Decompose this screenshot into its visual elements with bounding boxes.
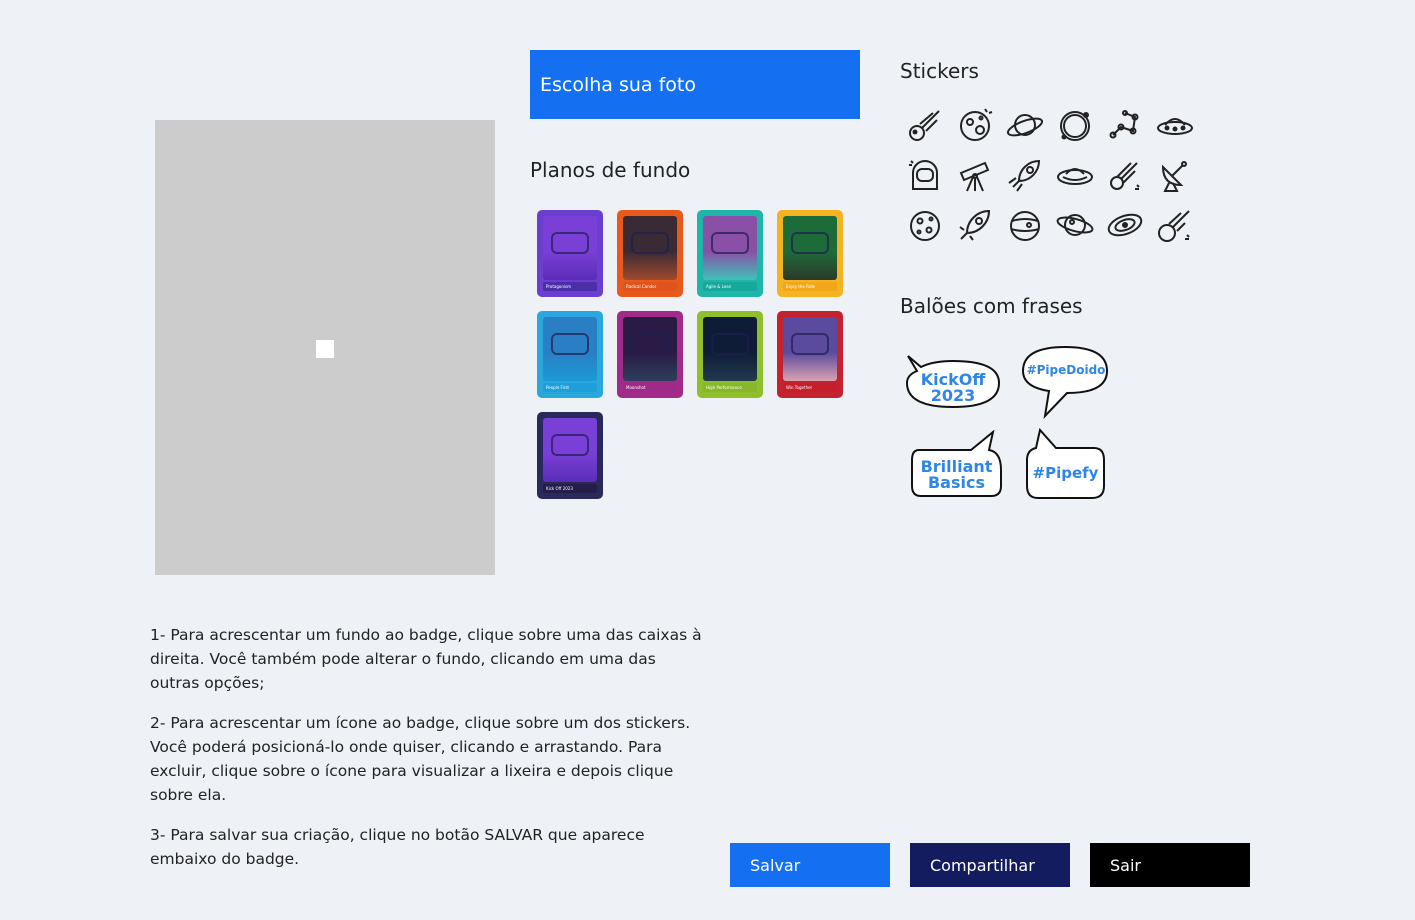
instruction-step-1: 1- Para acrescentar um fundo ao badge, c… <box>150 626 702 692</box>
stickers-title: Stickers <box>900 59 979 83</box>
background-label: Radical Candor <box>623 282 677 291</box>
balloon-brilliant-basics[interactable]: Brilliant Basics <box>909 430 1004 500</box>
instruction-step-2: 2- Para acrescentar um ícone ao badge, c… <box>150 714 691 804</box>
planet-craters-icon[interactable] <box>953 103 997 147</box>
background-window <box>711 232 749 254</box>
moon-icon[interactable] <box>903 203 947 247</box>
galaxy-icon[interactable] <box>1103 203 1147 247</box>
background-option[interactable]: Agile & Lean <box>697 210 763 297</box>
background-window <box>711 333 749 355</box>
balloons-title: Balões com frases <box>900 294 1083 318</box>
background-label: Moonshot <box>623 383 677 392</box>
background-window <box>551 333 589 355</box>
planet-orbit-icon[interactable] <box>1053 203 1097 247</box>
background-window <box>551 434 589 456</box>
satellite-dish-icon[interactable] <box>1153 153 1197 197</box>
shooting-star-icon[interactable] <box>1103 153 1147 197</box>
comet-icon[interactable] <box>903 103 947 147</box>
balloon-kickoff-2023[interactable]: KickOff 2023 <box>903 353 1003 411</box>
background-option[interactable]: Protagonism <box>537 210 603 297</box>
background-label: Win Together <box>783 383 837 392</box>
flying-saucer-icon[interactable] <box>1053 153 1097 197</box>
instruction-step-3: 3- Para salvar sua criação, clique no bo… <box>150 826 645 868</box>
background-scene <box>783 317 837 381</box>
background-window <box>791 333 829 355</box>
orbit-ring-icon[interactable] <box>1053 103 1097 147</box>
background-scene <box>623 216 677 280</box>
balloon-brilliant-text: Brilliant Basics <box>920 457 993 492</box>
telescope-icon[interactable] <box>953 153 997 197</box>
background-scene <box>623 317 677 381</box>
background-window <box>631 333 669 355</box>
background-label: Protagonism <box>543 282 597 291</box>
exit-button[interactable]: Sair <box>1090 843 1250 887</box>
rocket-icon[interactable] <box>1003 153 1047 197</box>
balloon-pipedoido[interactable]: #PipeDoido <box>1021 345 1111 420</box>
background-option[interactable]: Enjoy the Ride <box>777 210 843 297</box>
balloon-kickoff-text: KickOff 2023 <box>920 370 986 405</box>
background-option[interactable]: High Performance <box>697 311 763 398</box>
background-label: High Performance <box>703 383 757 392</box>
badge-canvas[interactable] <box>155 120 495 575</box>
background-option[interactable]: Moonshot <box>617 311 683 398</box>
backgrounds-title: Planos de fundo <box>530 158 691 182</box>
jupiter-icon[interactable] <box>1003 203 1047 247</box>
background-option[interactable]: Kick Off 2023 <box>537 412 603 499</box>
background-scene <box>543 317 597 381</box>
background-option[interactable]: Win Together <box>777 311 843 398</box>
background-scene <box>543 418 597 482</box>
ufo-icon[interactable] <box>1153 103 1197 147</box>
saturn-icon[interactable] <box>1003 103 1047 147</box>
background-label: People First <box>543 383 597 392</box>
balloon-pipedoido-text: #PipeDoido <box>1026 363 1106 377</box>
background-window <box>631 232 669 254</box>
background-label: Enjoy the Ride <box>783 282 837 291</box>
stickers-grid <box>903 103 1203 253</box>
balloon-pipefy[interactable]: #Pipefy <box>1024 428 1106 502</box>
astronaut-helmet-icon[interactable] <box>903 153 947 197</box>
backgrounds-grid: Protagonism Radical Candor Agile & Lean Enj… <box>537 210 843 499</box>
background-scene <box>783 216 837 280</box>
balloon-pipefy-text: #Pipefy <box>1032 464 1099 482</box>
background-scene <box>543 216 597 280</box>
constellation-icon[interactable] <box>1103 103 1147 147</box>
save-button[interactable]: Salvar <box>730 843 890 887</box>
canvas-placeholder-square <box>316 340 334 358</box>
background-window <box>551 232 589 254</box>
share-button[interactable]: Compartilhar <box>910 843 1070 887</box>
rocket-launch-icon[interactable] <box>953 203 997 247</box>
background-label: Agile & Lean <box>703 282 757 291</box>
background-scene <box>703 216 757 280</box>
instructions: 1- Para acrescentar um fundo ao badge, c… <box>150 623 710 887</box>
background-label: Kick Off 2023 <box>543 484 597 493</box>
meteor-icon[interactable] <box>1153 203 1197 247</box>
background-option[interactable]: People First <box>537 311 603 398</box>
background-window <box>791 232 829 254</box>
background-option[interactable]: Radical Candor <box>617 210 683 297</box>
choose-photo-button[interactable]: Escolha sua foto <box>530 50 860 119</box>
background-scene <box>703 317 757 381</box>
